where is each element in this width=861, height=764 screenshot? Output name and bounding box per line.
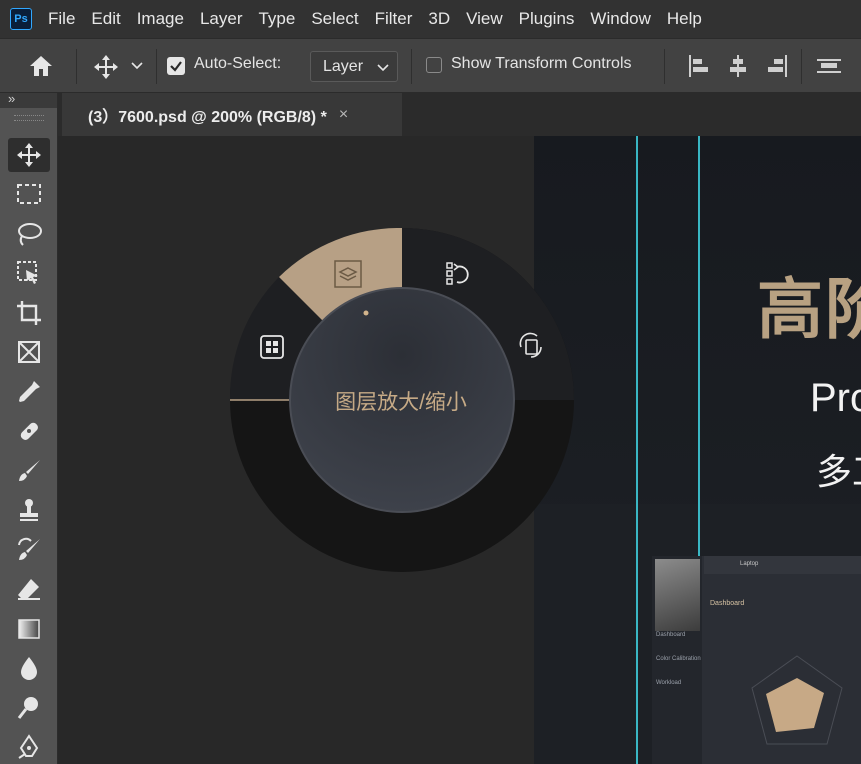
object-selection-icon xyxy=(17,261,38,284)
document-tab[interactable]: (3）7600.psd @ 200% (RGB/8) * × xyxy=(62,93,402,136)
dodge-tool-button[interactable] xyxy=(8,691,50,725)
marquee-icon xyxy=(17,184,41,204)
eyedropper-tool-button[interactable] xyxy=(8,375,50,409)
document-tab-bar: (3）7600.psd @ 200% (RGB/8) * × xyxy=(58,93,861,136)
menu-layer[interactable]: Layer xyxy=(192,0,251,38)
blur-drop-icon xyxy=(21,657,37,680)
menu-window[interactable]: Window xyxy=(582,0,658,38)
blur-tool-button[interactable] xyxy=(8,651,50,685)
show-transform-checkbox[interactable] xyxy=(426,57,442,73)
collapse-panel-button[interactable]: » xyxy=(8,91,15,106)
align-left-edges-icon xyxy=(689,55,708,77)
spot-healing-brush-tool-button[interactable] xyxy=(8,414,50,448)
pen-tool-button[interactable] xyxy=(8,730,50,764)
object-selection-tool-button[interactable] xyxy=(8,256,50,290)
auto-select-target-select[interactable]: Layer xyxy=(310,51,398,82)
frame-tool-button[interactable] xyxy=(8,335,50,369)
tools-panel: » xyxy=(0,91,58,764)
eraser-tool-button[interactable] xyxy=(8,572,50,606)
gradient-icon xyxy=(18,619,40,639)
panel-grip[interactable] xyxy=(14,115,44,121)
mockup-topbar xyxy=(704,556,861,574)
home-button[interactable] xyxy=(27,53,55,79)
menu-bar: Ps File Edit Image Layer Type Select Fil… xyxy=(0,0,861,38)
mockup-nav-item: Dashboard xyxy=(656,632,686,638)
radial-indicator-dot xyxy=(363,310,369,316)
crop-icon xyxy=(17,301,41,325)
align-top-edges-icon xyxy=(817,59,841,73)
history-brush-icon xyxy=(18,537,40,560)
options-bar: Auto-Select: Layer Show Transform Contro… xyxy=(0,38,861,93)
artboard-subheading-chinese: 多工 xyxy=(816,451,861,492)
align-top-button[interactable] xyxy=(816,54,842,78)
chevron-down-icon xyxy=(131,62,143,70)
bandage-icon xyxy=(20,422,38,440)
gradient-tool-button[interactable] xyxy=(8,612,50,646)
chevron-down-icon xyxy=(377,60,389,78)
brush-icon xyxy=(19,460,40,481)
stamp-icon xyxy=(20,499,38,521)
move-tool-preset-button[interactable] xyxy=(92,53,120,81)
auto-select-target-value: Layer xyxy=(323,57,364,75)
auto-select-label: Auto-Select: xyxy=(194,55,282,72)
guide-line[interactable] xyxy=(636,136,638,764)
frame-icon xyxy=(18,341,40,363)
lasso-tool-button[interactable] xyxy=(8,217,50,251)
menu-items: File Edit Image Layer Type Select Filter… xyxy=(40,0,710,38)
checkmark-icon xyxy=(170,61,182,72)
menu-file[interactable]: File xyxy=(40,0,83,38)
menu-image[interactable]: Image xyxy=(129,0,192,38)
radar-chart-graphic xyxy=(751,655,843,745)
move-tool-button[interactable] xyxy=(8,138,50,172)
pen-icon xyxy=(18,734,39,759)
photoshop-logo[interactable]: Ps xyxy=(10,8,32,30)
align-right-button[interactable] xyxy=(766,54,788,78)
align-horizontal-centers-icon xyxy=(730,55,746,77)
move-icon xyxy=(94,55,118,79)
show-transform-label: Show Transform Controls xyxy=(451,55,632,72)
logo-text: Ps xyxy=(14,13,28,25)
menu-plugins[interactable]: Plugins xyxy=(511,0,583,38)
home-icon xyxy=(30,56,52,76)
dodge-icon xyxy=(17,697,38,719)
document-tab-title: (3）7600.psd @ 200% (RGB/8) * xyxy=(88,108,327,126)
eyedropper-icon xyxy=(19,381,40,402)
move-icon xyxy=(17,143,41,167)
artboard-heading-chinese: 高阶 xyxy=(757,272,861,346)
align-right-edges-icon xyxy=(768,55,787,77)
brush-tool-button[interactable] xyxy=(8,454,50,488)
artboard-heading-english: Pro xyxy=(810,376,861,420)
menu-3d[interactable]: 3D xyxy=(420,0,458,38)
menu-type[interactable]: Type xyxy=(250,0,303,38)
mockup-thumbnail xyxy=(655,559,700,631)
mockup-tab-label: Laptop xyxy=(740,561,759,567)
history-brush-tool-button[interactable] xyxy=(8,533,50,567)
crop-tool-button[interactable] xyxy=(8,296,50,330)
eraser-icon xyxy=(18,579,40,600)
align-left-button[interactable] xyxy=(688,54,710,78)
mockup-nav-item: Color Calibration xyxy=(656,656,701,662)
tool-preset-dropdown[interactable] xyxy=(131,61,143,71)
mockup-nav-item: Workload xyxy=(656,680,682,686)
rectangular-marquee-tool-button[interactable] xyxy=(8,177,50,211)
menu-filter[interactable]: Filter xyxy=(367,0,421,38)
menu-select[interactable]: Select xyxy=(303,0,366,38)
clone-stamp-tool-button[interactable] xyxy=(8,493,50,527)
tools-panel-header: » xyxy=(0,91,57,108)
close-tab-button[interactable]: × xyxy=(339,106,348,124)
menu-help[interactable]: Help xyxy=(659,0,710,38)
auto-select-checkbox[interactable] xyxy=(167,57,185,75)
lasso-icon xyxy=(18,223,42,246)
menu-edit[interactable]: Edit xyxy=(83,0,128,38)
mockup-section-title: Dashboard xyxy=(710,600,745,607)
menu-view[interactable]: View xyxy=(458,0,511,38)
align-horizontal-centers-button[interactable] xyxy=(727,54,749,78)
radial-center-label: 图层放大/缩小 xyxy=(335,391,467,414)
laptop-mockup-layer[interactable]: Laptop Dashboard Dashboard Color Calibra… xyxy=(652,556,861,764)
